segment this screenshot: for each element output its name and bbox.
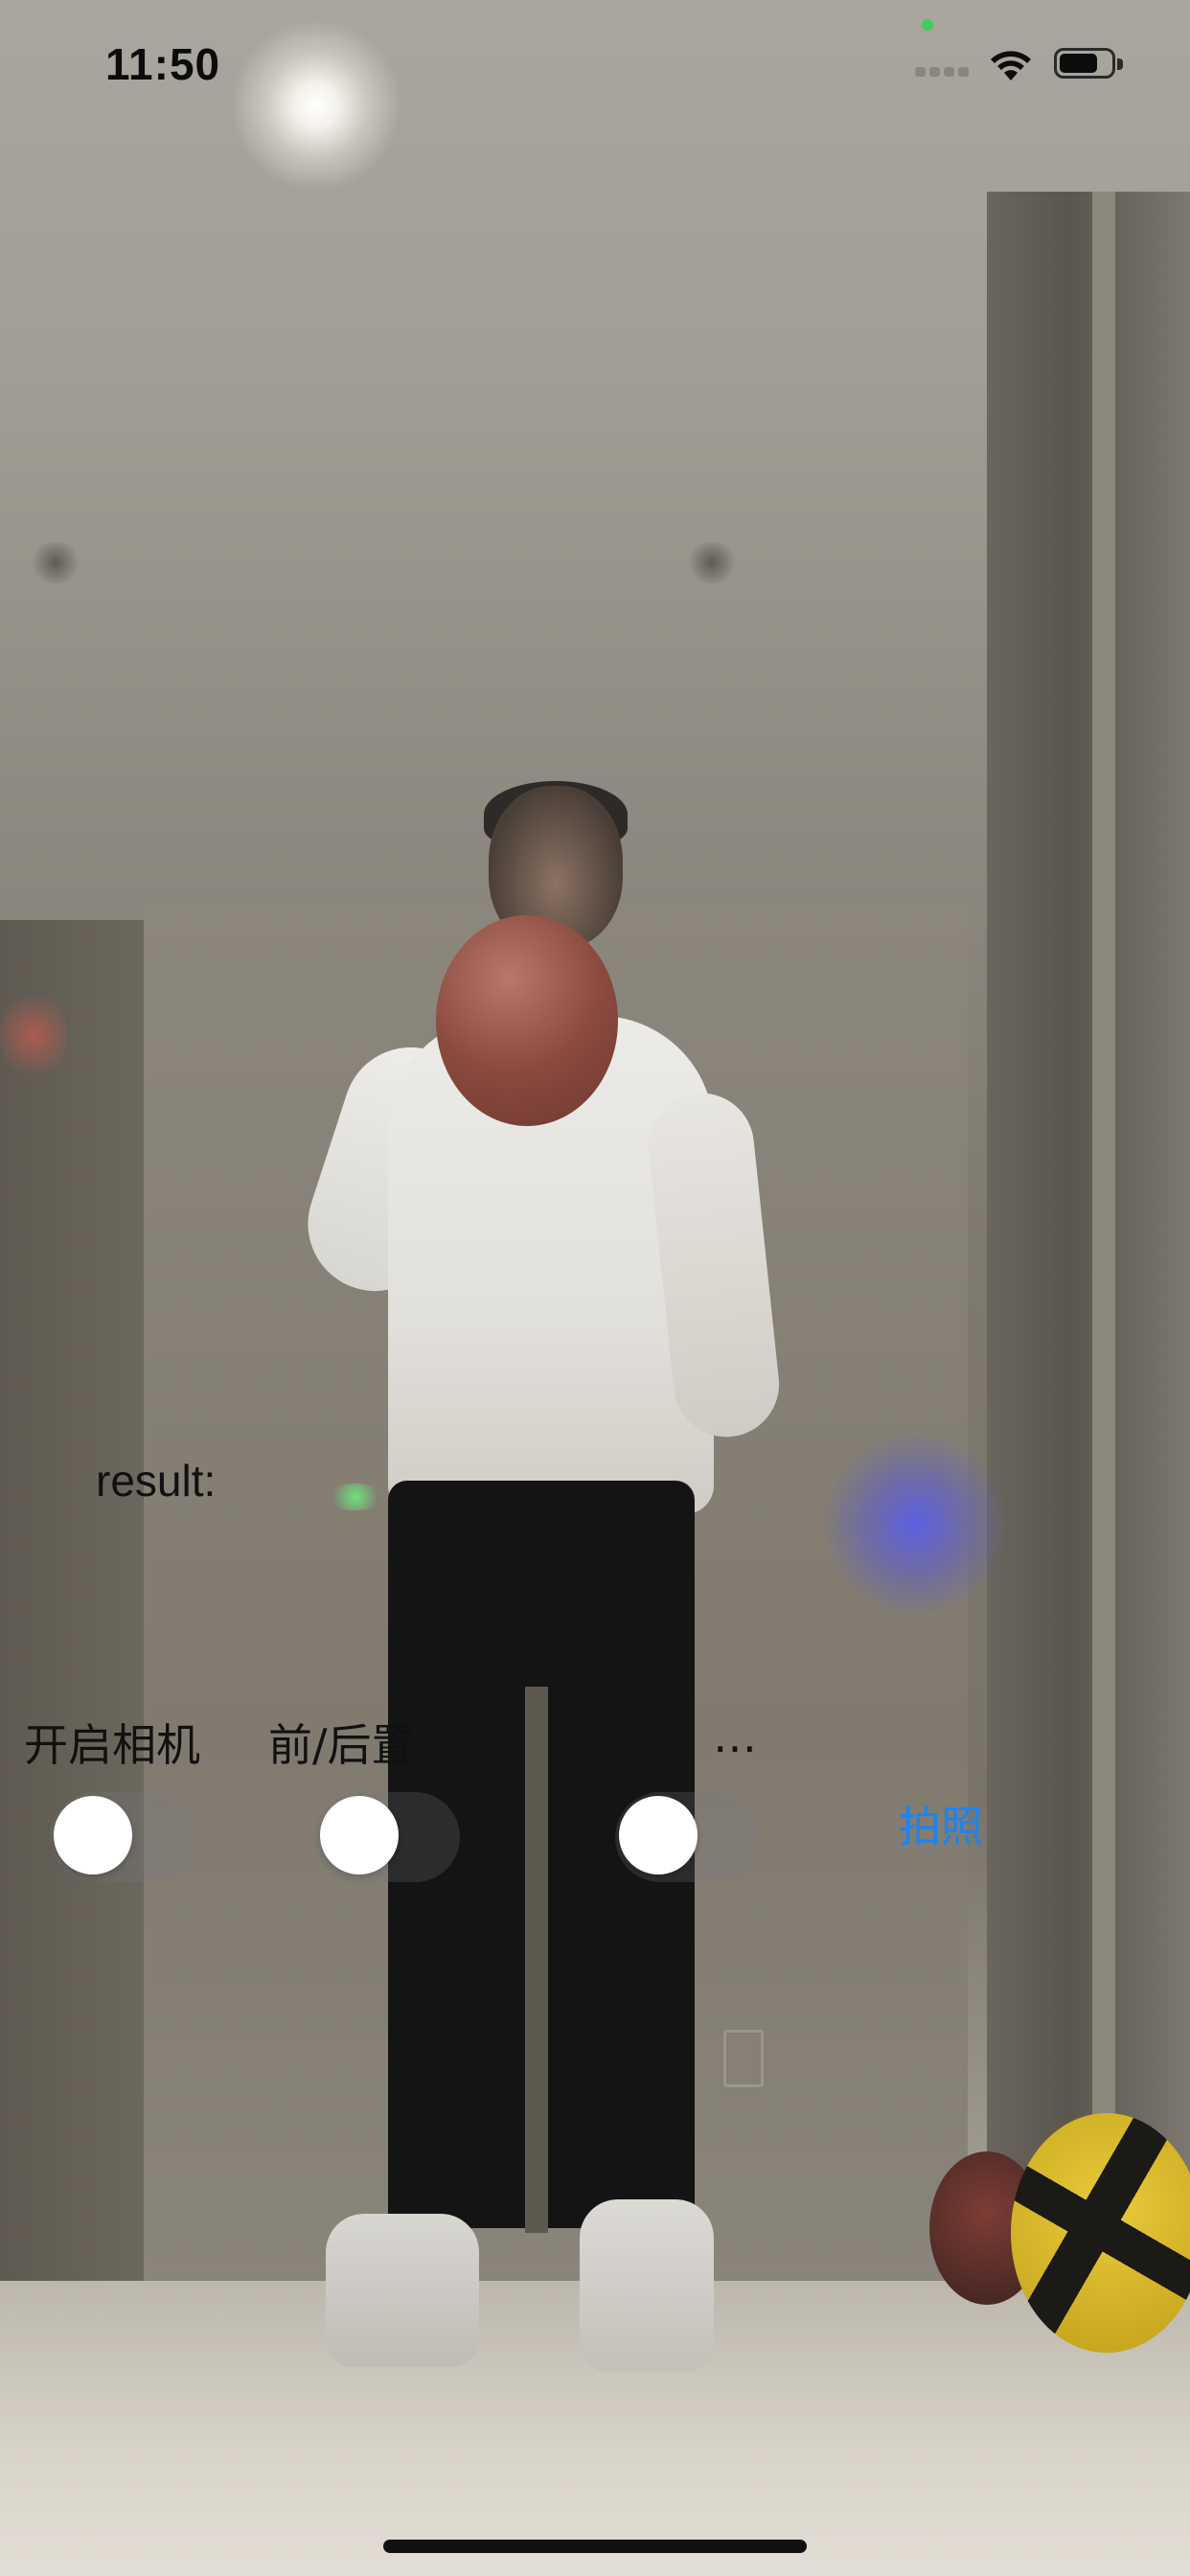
toggle-knob — [320, 1796, 399, 1874]
toggle-knob — [619, 1796, 698, 1874]
front-back-camera-label: 前/后置 — [268, 1719, 416, 1771]
cell-signal-icon — [915, 67, 969, 79]
door-frame — [1092, 192, 1115, 2281]
screen: 11:50 result: 开启相机 前/后置 … 拍照 — [0, 0, 1190, 2576]
basketball — [1011, 2113, 1190, 2353]
wifi-icon — [991, 51, 1031, 80]
basketball — [436, 915, 618, 1126]
open-camera-label: 开启相机 — [24, 1719, 200, 1771]
blue-lens-flare — [824, 1428, 1006, 1620]
toggle-knob — [54, 1796, 132, 1874]
ceiling-spot — [685, 541, 739, 584]
red-light-glow — [0, 987, 67, 1083]
third-toggle[interactable] — [615, 1792, 759, 1882]
status-time: 11:50 — [105, 39, 221, 89]
left-wall — [0, 920, 163, 2300]
pants-gap — [525, 1687, 548, 2233]
status-bar: 11:50 — [0, 0, 1190, 126]
open-camera-toggle[interactable] — [50, 1792, 194, 1882]
right-door — [987, 192, 1190, 2281]
battery-icon — [1054, 48, 1125, 82]
take-photo-button[interactable]: 拍照 — [899, 1792, 983, 1853]
camera-preview — [0, 0, 1190, 2576]
result-label: result: — [96, 1456, 217, 1506]
green-lens-flare — [326, 1484, 385, 1510]
person-shoe — [580, 2199, 714, 2372]
person-shoe — [326, 2214, 479, 2367]
front-back-camera-toggle[interactable] — [316, 1792, 460, 1882]
home-indicator[interactable] — [383, 2540, 807, 2553]
wall-outlet — [723, 2030, 764, 2087]
camera-in-use-indicator — [922, 19, 933, 31]
third-control-label: … — [713, 1711, 757, 1762]
ceiling-spot — [29, 541, 82, 584]
